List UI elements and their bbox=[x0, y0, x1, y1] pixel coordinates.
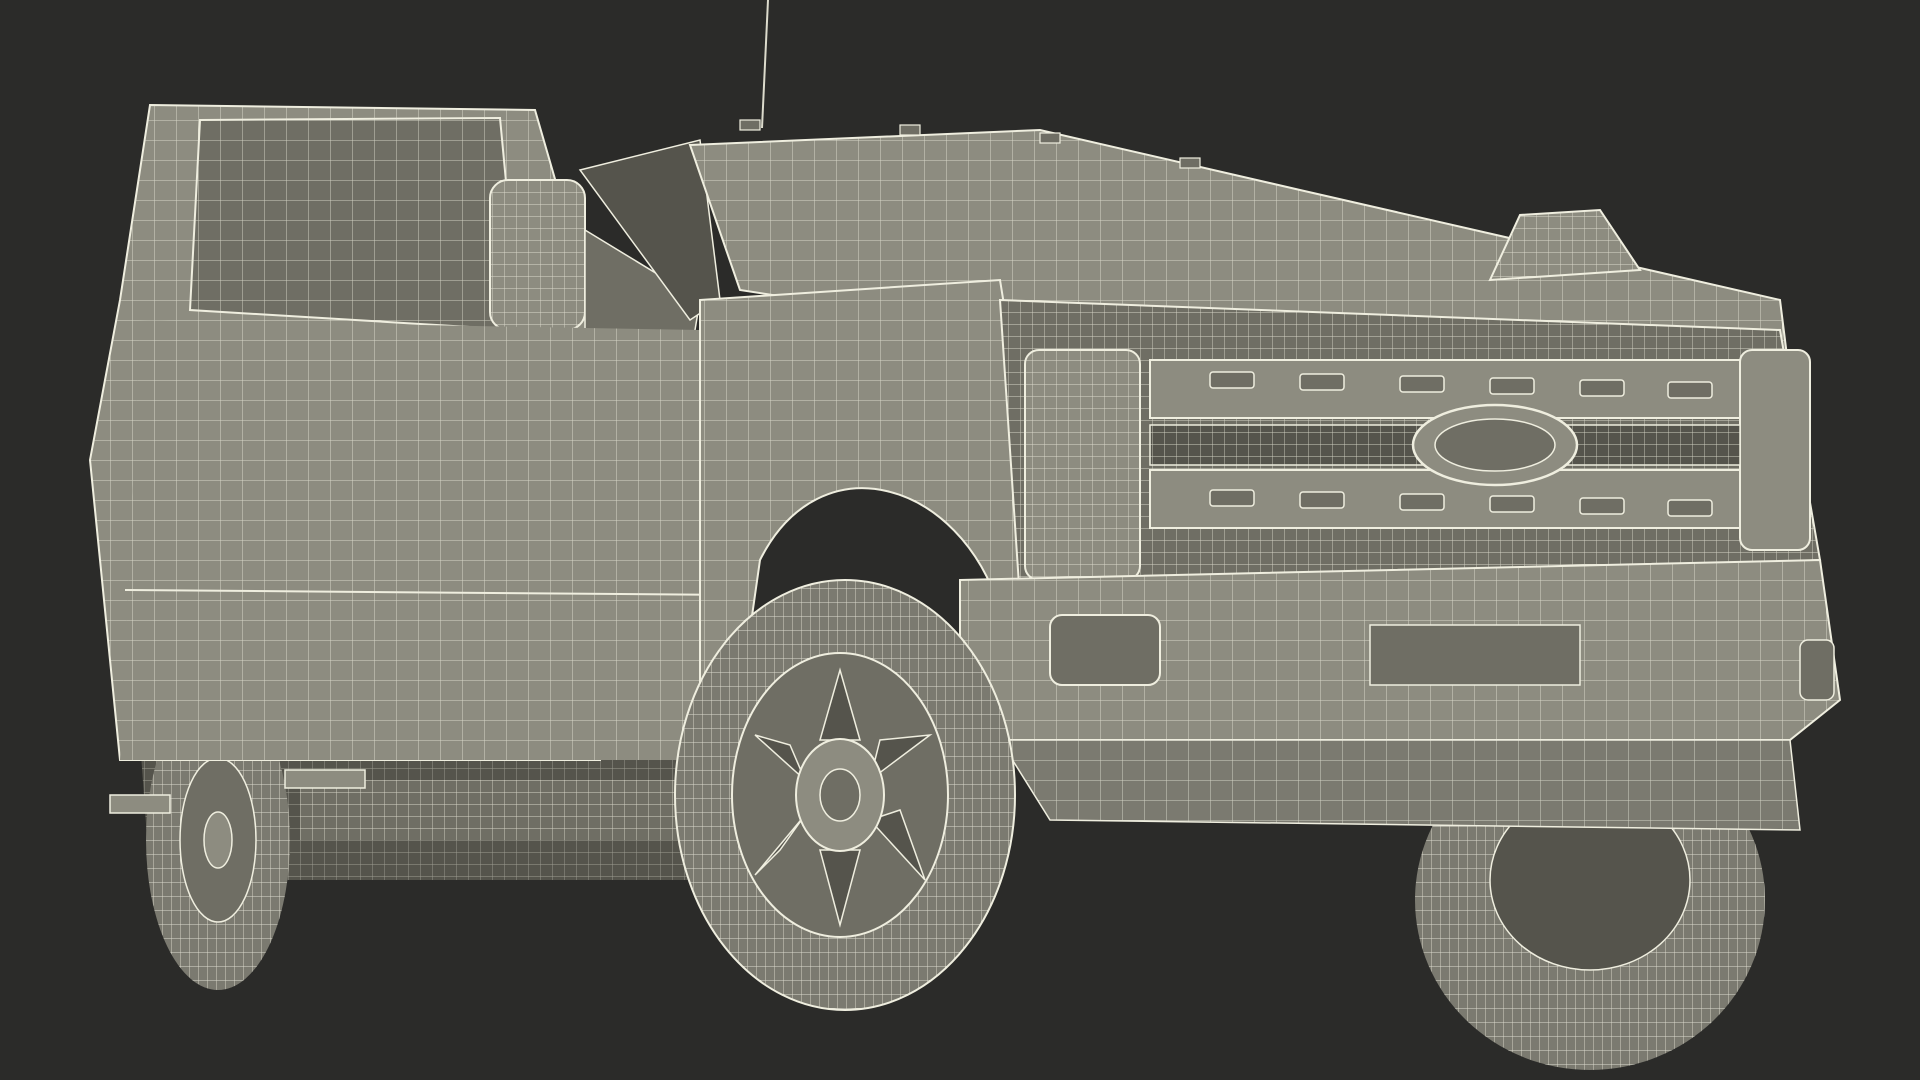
front-wheel bbox=[674, 579, 1016, 1011]
fog-light-right bbox=[1799, 639, 1835, 701]
cab-door bbox=[120, 320, 741, 760]
front-bumper bbox=[959, 558, 1842, 831]
headlight-right bbox=[1739, 349, 1811, 551]
truck-wireframe-render bbox=[0, 0, 1920, 1080]
render-viewport bbox=[0, 0, 1920, 1080]
front-grille-area bbox=[998, 298, 1822, 602]
license-plate-area bbox=[1369, 624, 1581, 686]
fog-light-left bbox=[1049, 614, 1161, 686]
